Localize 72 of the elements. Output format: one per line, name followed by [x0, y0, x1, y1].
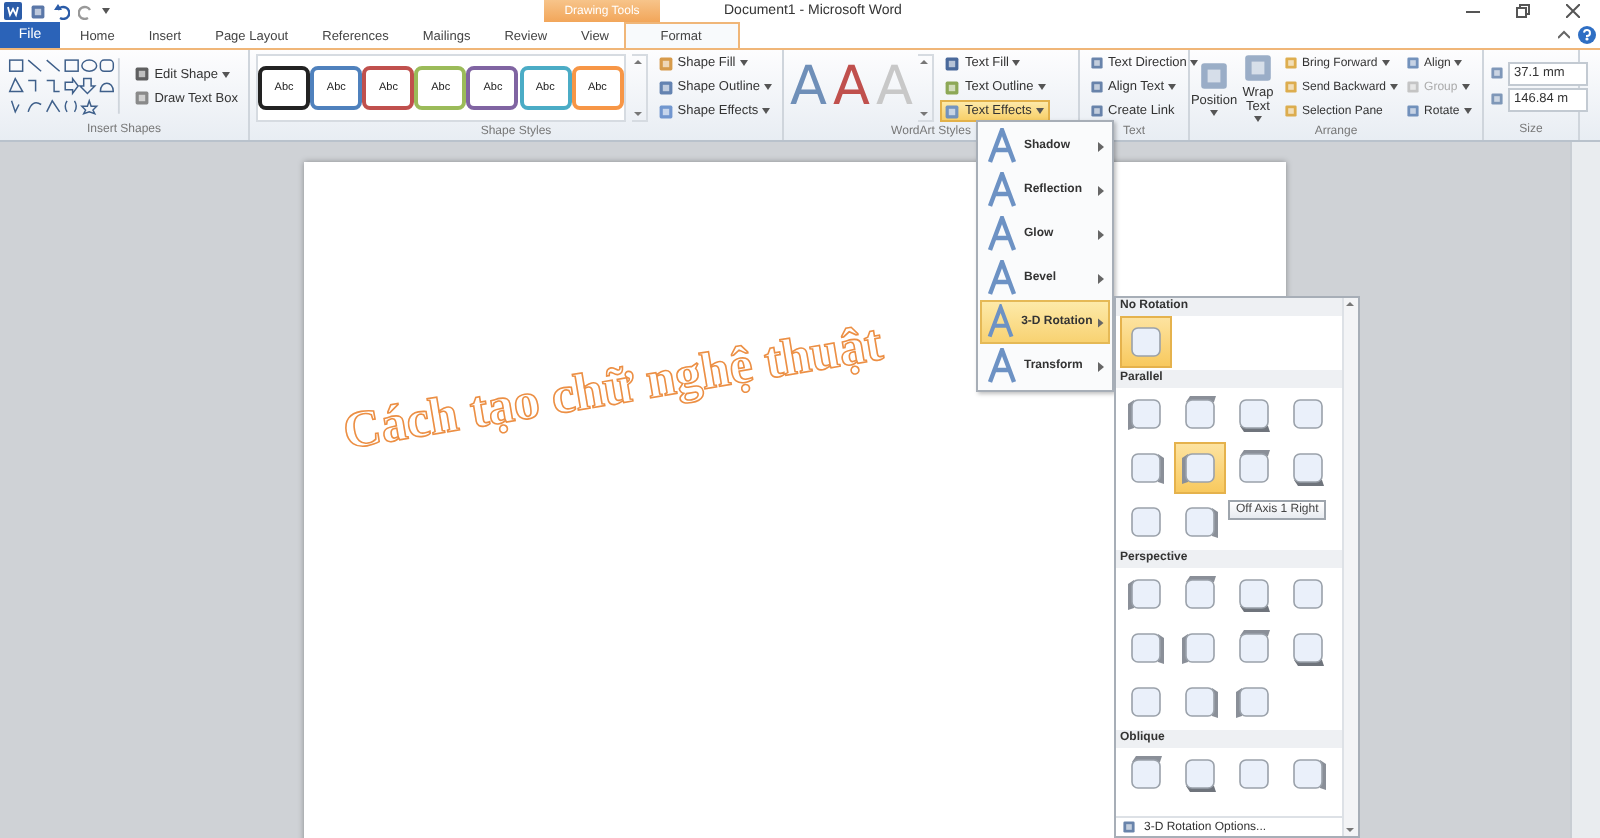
letter-effect-icon: [986, 216, 1018, 252]
caret-icon: [1035, 108, 1044, 114]
caret-icon: [1454, 60, 1463, 67]
scroll-down-icon[interactable]: [918, 107, 931, 119]
letter-effect-icon: [986, 128, 1018, 164]
submenu-arrow-icon: [1098, 229, 1104, 239]
rotated-square-icon: [1288, 574, 1328, 614]
submenu-arrow-icon: [1098, 141, 1104, 151]
caret-icon: [764, 84, 772, 90]
caret-icon: [1390, 84, 1399, 91]
rotated-square-icon: [1180, 682, 1220, 722]
caret-icon: [1037, 84, 1046, 90]
caret-icon: [1012, 60, 1021, 66]
rotated-square-icon: [1126, 574, 1166, 614]
letter-effect-icon: [986, 304, 1016, 340]
scroll-down-icon[interactable]: [631, 107, 644, 119]
shapes-gallery-drawing[interactable]: [6, 54, 125, 118]
caret-icon: [1210, 109, 1218, 116]
rotated-square-icon: [1180, 574, 1220, 614]
customize-toolbar-icon: [102, 8, 110, 14]
rotated-square-icon: [1180, 394, 1220, 434]
rotated-square-icon: [1234, 628, 1274, 668]
help-icon[interactable]: [1578, 26, 1596, 44]
redo-icon[interactable]: [78, 3, 94, 19]
caret-icon: [739, 60, 748, 66]
undo-icon[interactable]: [54, 3, 70, 19]
submenu-arrow-icon: [1098, 273, 1104, 283]
rotated-square-icon: [1126, 394, 1166, 434]
rotated-square-icon: [1180, 448, 1220, 488]
rotated-square-icon: [1234, 448, 1274, 488]
rotation-preset[interactable]: [1174, 442, 1226, 494]
rotated-square-icon: [1234, 394, 1274, 434]
rotated-square-icon: [1234, 682, 1274, 722]
rotated-square-icon: [1288, 754, 1328, 794]
caret-icon: [762, 108, 771, 114]
rotated-square-icon: [1288, 448, 1328, 488]
rotated-square-icon: [1180, 628, 1220, 668]
rotated-square-icon: [1126, 448, 1166, 488]
rotated-square-icon: [1126, 682, 1166, 722]
caret-icon: [1190, 60, 1199, 66]
restore-icon[interactable]: [1516, 4, 1530, 18]
rotated-square-icon: [1126, 322, 1166, 362]
rotated-square-icon: [1180, 502, 1220, 542]
caret-icon: [1381, 60, 1390, 67]
scroll-up-icon[interactable]: [918, 55, 931, 67]
collapse-ribbon-icon[interactable]: [1558, 30, 1570, 40]
caret-icon: [1168, 84, 1177, 90]
vertical-scrollbar[interactable]: [1570, 142, 1600, 838]
letter-effect-icon: [986, 348, 1018, 384]
scroll-up-icon[interactable]: [631, 55, 644, 67]
caret-icon: [1461, 84, 1470, 91]
caret-icon: [1463, 108, 1472, 115]
rotated-square-icon: [1234, 574, 1274, 614]
rotated-square-icon: [1126, 754, 1166, 794]
submenu-arrow-icon: [1098, 361, 1104, 371]
submenu-arrow-icon: [1098, 185, 1104, 195]
rotated-square-icon: [1126, 628, 1166, 668]
caret-icon: [1254, 116, 1262, 123]
scroll-up-icon[interactable]: [1344, 298, 1356, 310]
wordart-style-preset[interactable]: A: [832, 60, 870, 114]
close-icon[interactable]: [1566, 4, 1580, 18]
letter-effect-icon: [986, 172, 1018, 208]
rotated-square-icon: [1180, 754, 1220, 794]
rotated-square-icon: [1234, 754, 1274, 794]
caret-icon: [222, 71, 231, 77]
scroll-down-icon[interactable]: [1344, 824, 1356, 836]
submenu-arrow-icon: [1098, 317, 1104, 327]
letter-effect-icon: [986, 260, 1018, 296]
rotation-preset[interactable]: [1120, 316, 1172, 368]
rotated-square-icon: [1126, 502, 1166, 542]
rotated-square-icon: [1288, 394, 1328, 434]
rotated-square-icon: [1288, 628, 1328, 668]
